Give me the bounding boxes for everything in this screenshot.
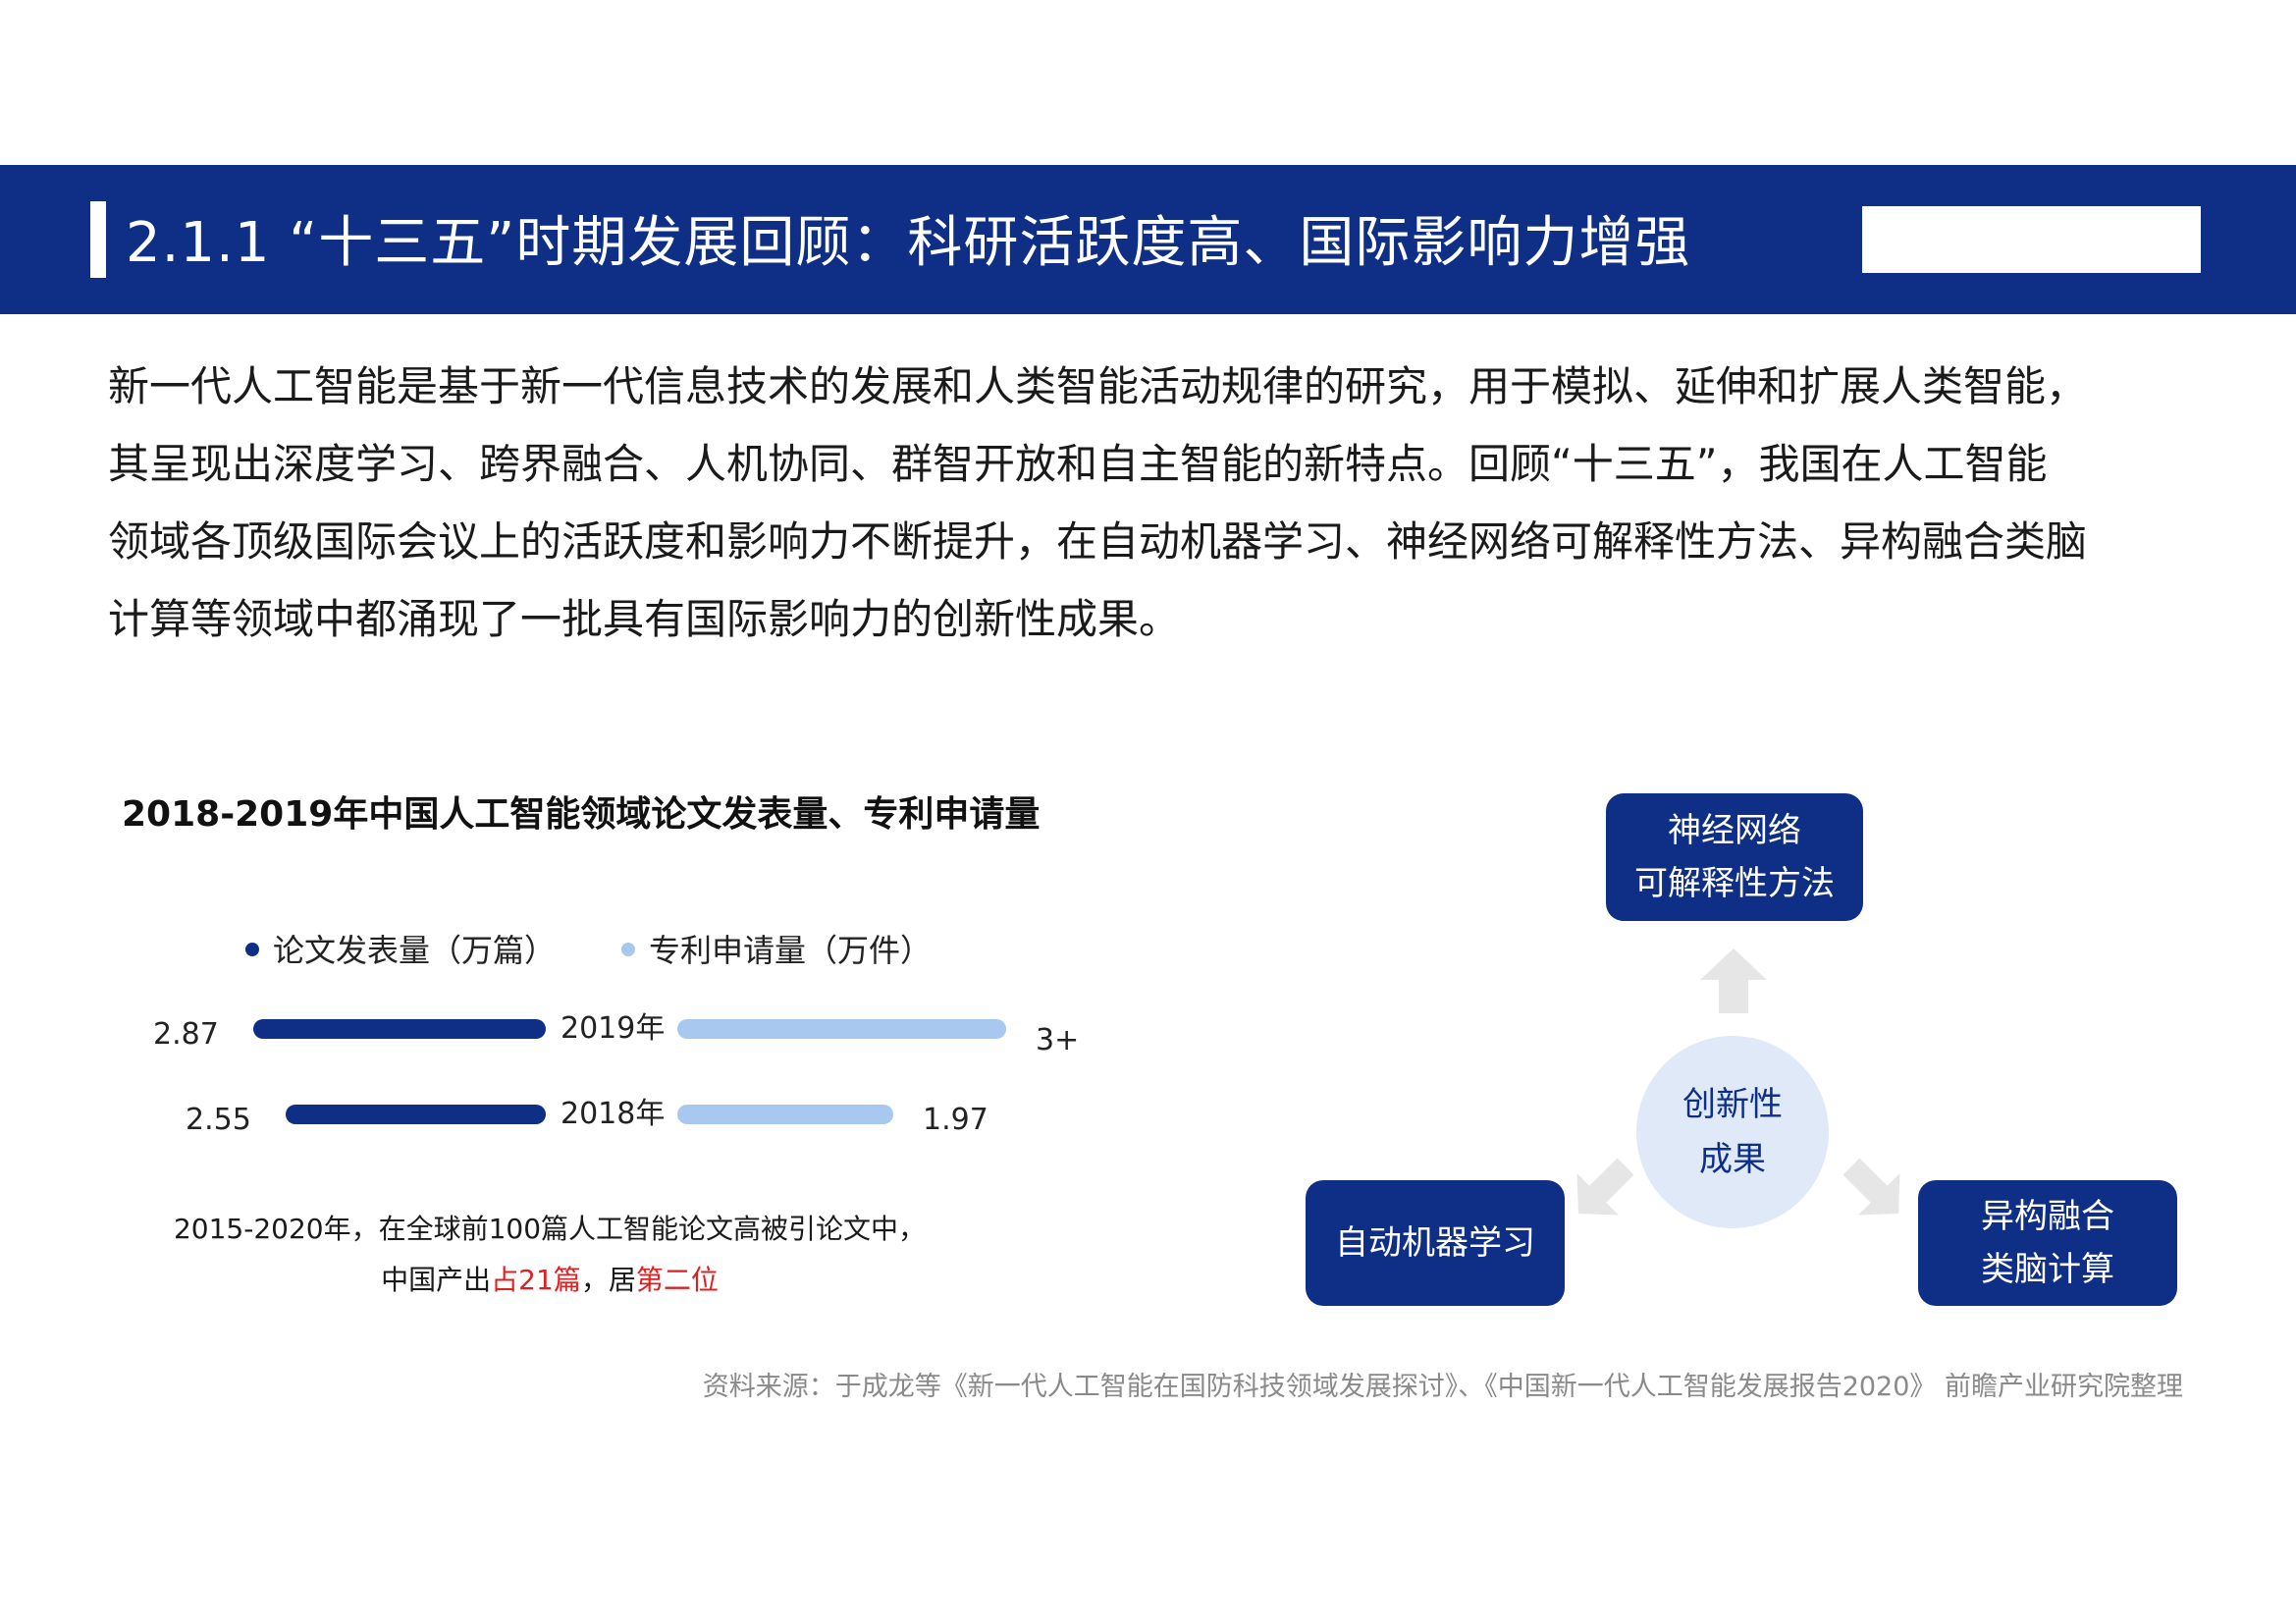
legend-item-papers: 论文发表量（万篇） (245, 929, 556, 972)
header-accent-bar (90, 201, 106, 278)
value-label-patents-0: 3+ (1036, 1023, 1080, 1057)
page-title: 2.1.1 “十三五”时期发展回顾：科研活跃度高、国际影响力增强 (126, 211, 1691, 275)
diagram-box-automl-line1: 自动机器学习 (1335, 1223, 1535, 1263)
diagram-box-brain-computing-line2: 类脑计算 (1981, 1250, 2114, 1289)
bar-patents-0 (677, 1019, 1006, 1039)
intro-paragraph: 新一代人工智能是基于新一代信息技术的发展和人类智能活动规律的研究，用于模拟、延伸… (108, 348, 2189, 658)
diagram-box-neural-network-line1: 神经网络 (1668, 811, 1801, 850)
legend-label-papers: 论文发表量（万篇） (273, 932, 557, 969)
header-white-box (1862, 206, 2201, 273)
arrow-down-left-icon (1576, 1158, 1634, 1216)
diagram-box-automl: 自动机器学习 (1306, 1180, 1565, 1306)
chart-note-highlight-rank: 第二位 (635, 1264, 719, 1296)
arrow-down-right-icon (1842, 1158, 1900, 1216)
legend-dot-papers (245, 943, 259, 956)
chart-note-prefix: 中国产出 (381, 1264, 492, 1296)
chart-title: 2018-2019年中国人工智能领域论文发表量、专利申请量 (122, 794, 1041, 835)
value-label-papers-0: 2.87 (153, 1017, 219, 1052)
intro-line: 新一代人工智能是基于新一代信息技术的发展和人类智能活动规律的研究，用于模拟、延伸… (108, 362, 2088, 410)
chart-note-line1: 2015-2020年，在全球前100篇人工智能论文高被引论文中， (173, 1213, 927, 1245)
bar-papers-0 (253, 1019, 546, 1039)
intro-line: 领域各顶级国际会议上的活跃度和影响力不断提升，在自动机器学习、神经网络可解释性方… (108, 517, 2088, 566)
diagram-box-neural-network: 神经网络 可解释性方法 (1606, 793, 1863, 921)
diagram-box-brain-computing-line1: 异构融合 (1981, 1197, 2114, 1236)
chart-note-mid: ，居 (580, 1264, 636, 1296)
legend-label-patents: 专利申请量（万件） (649, 932, 933, 969)
category-label-0: 2019年 (561, 1011, 666, 1046)
diagram-box-neural-network-line2: 可解释性方法 (1634, 864, 1835, 903)
intro-line: 计算等领域中都涌现了一批具有国际影响力的创新性成果。 (108, 595, 1181, 643)
diagram-center-circle: 创新性 成果 (1636, 1036, 1829, 1228)
source-note: 资料来源：于成龙等《新一代人工智能在国防科技领域发展探讨》、《中国新一代人工智能… (702, 1372, 2183, 1402)
arrow-up-icon (1700, 948, 1767, 1013)
chart-note-line2: 中国产出占21篇，居第二位 (137, 1255, 962, 1306)
diagram-center-line2: 成果 (1699, 1140, 1766, 1179)
legend-item-patents: 专利申请量（万件） (621, 929, 932, 972)
diagram-center-line1: 创新性 (1682, 1085, 1783, 1124)
legend-dot-patents (621, 943, 635, 956)
category-label-1: 2018年 (561, 1097, 666, 1131)
bar-papers-1 (286, 1105, 546, 1124)
value-label-patents-1: 1.97 (923, 1103, 988, 1137)
chart-note-highlight-count: 占21篇 (491, 1264, 581, 1296)
bar-patents-1 (677, 1105, 893, 1124)
intro-line: 其呈现出深度学习、跨界融合、人机协同、群智开放和自主智能的新特点。回顾“十三五”… (108, 440, 2048, 488)
diagram-box-brain-computing: 异构融合 类脑计算 (1918, 1180, 2177, 1306)
value-label-papers-1: 2.55 (186, 1103, 251, 1137)
